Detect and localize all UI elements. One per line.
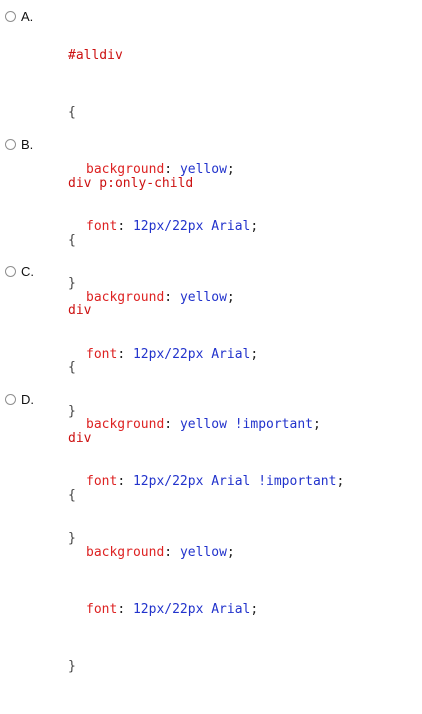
option-a-open-brace: {	[68, 105, 76, 120]
option-b-radio[interactable]	[5, 139, 16, 150]
option-a-selector: #alldiv	[68, 48, 123, 63]
semicolon: ;	[250, 602, 259, 617]
option-c-radio[interactable]	[5, 266, 16, 277]
option-d-prop-2: font	[86, 602, 118, 617]
option-d-close-brace: }	[68, 659, 76, 674]
option-a-label: A.	[21, 9, 34, 24]
option-c-open-brace: {	[68, 360, 76, 375]
option-d-prop-1: background	[86, 545, 165, 560]
option-a-radio[interactable]	[5, 11, 16, 22]
option-c-label: C.	[21, 264, 34, 279]
option-c-selector: div	[68, 303, 92, 318]
colon: :	[117, 602, 126, 617]
option-d-label: D.	[21, 392, 34, 407]
option-d-value-1: yellow	[179, 545, 227, 560]
semicolon: ;	[226, 545, 235, 560]
option-d-code: div { background: yellow; font: 12px/22p…	[68, 391, 258, 714]
option-d-value-2: 12px/22px Arial	[132, 602, 251, 617]
option-d-radio[interactable]	[5, 394, 16, 405]
semicolon: ;	[336, 474, 345, 489]
option-b-label: B.	[21, 137, 34, 152]
option-b-selector: div p:only-child	[68, 176, 194, 191]
quiz-page: { "options": [ { "letter": "A.", "select…	[0, 0, 422, 674]
semicolon: ;	[313, 417, 321, 432]
option-b-open-brace: {	[68, 233, 76, 248]
colon: :	[164, 545, 173, 560]
option-d-selector: div	[68, 431, 92, 446]
option-d-open-brace: {	[68, 488, 76, 503]
